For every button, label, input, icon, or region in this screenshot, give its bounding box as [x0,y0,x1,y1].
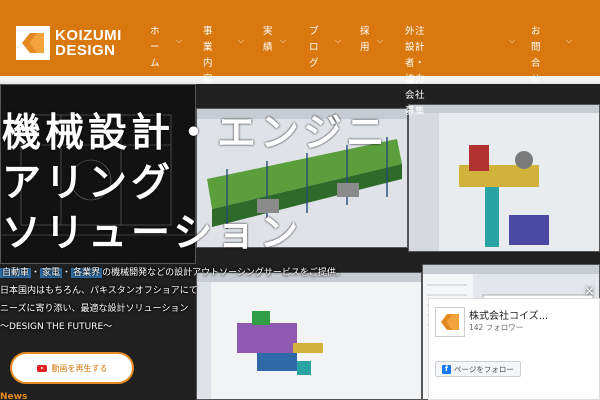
nav-contact[interactable]: お問合 せ ⌵ [531,24,572,88]
logo-mark-icon [16,26,50,60]
nav-recruit-line2: 用 [360,42,371,53]
facebook-page-widget: 株式会社コイズ... 142 フォロワー f ページをフォロー [428,298,600,400]
nav-blog-line1: ブロ [309,26,320,53]
play-video-button[interactable]: 動画を再生する [10,352,134,384]
nav-recruit-line1: 採 [360,26,371,37]
hero-title-line-2: アリング [2,161,175,206]
chevron-down-icon: ⌵ [280,36,287,45]
site-logo[interactable]: KOIZUMI DESIGN [16,26,144,60]
nav-home[interactable]: ホー ム ⌵ [150,24,182,72]
chevron-down-icon: ⌵ [509,36,516,45]
nav-blog-line2: グ [309,58,320,69]
nav-partners-line1: 外注設計者・協力会社 [405,26,426,101]
nav-home-line1: ホー [150,26,161,53]
nav-works-line2: 績 [263,42,274,53]
youtube-play-icon [36,364,47,372]
hero-title-line-3: ソリューション [2,211,303,256]
logo-line-2: DESIGN [55,42,116,59]
hero-desc-line-2: 日本国内はもちろん、パキスタンオフショアにて [0,286,198,296]
tag-appliance: 家電 [40,268,63,278]
nav-blog[interactable]: ブロ グ ⌵ [309,24,341,72]
nav-contact-line1: お問合 [531,26,542,69]
facebook-page-name[interactable]: 株式会社コイズ... [469,307,548,322]
chevron-down-icon: ⌵ [566,36,573,45]
nav-recruit[interactable]: 採 用 ⌵ [360,24,383,56]
nav-works[interactable]: 実 績 ⌵ [263,24,286,56]
nav-home-line2: ム [150,58,161,69]
facebook-follow-button[interactable]: f ページをフォロー [435,361,521,377]
chevron-down-icon: ⌵ [238,36,245,45]
facebook-follow-label: ページをフォロー [454,364,514,374]
news-heading: News [0,392,28,400]
nav-partners[interactable]: 外注設計者・協力会社 募集 ⌵ [405,24,515,120]
nav-services-line2: 容 [203,74,214,85]
hero-desc-line-3: ニーズに寄り添い、最適な設計ソリューション [0,304,189,314]
nav-services[interactable]: 事業内 容 ⌵ [203,24,244,88]
close-icon[interactable]: × [584,284,595,299]
logo-line-1: KOIZUMI [55,27,122,44]
hero-desc-line-1-rest: の機械開発などの設計アウトソーシングサービスをご提供。 [102,268,345,278]
cad-screenshot-fixture [408,104,600,252]
hero-desc-line-4: ～DESIGN THE FUTURE～ [0,322,113,332]
logo-text: KOIZUMI DESIGN [55,28,122,58]
nav-partners-line2: 募集 [405,106,426,117]
nav-services-line1: 事業内 [203,26,214,69]
tag-automotive: 自動車 [0,268,32,278]
chevron-down-icon: ⌵ [377,36,384,45]
company-logo-icon[interactable] [435,307,465,337]
cad-screenshot-assembly [196,272,422,400]
hero-desc-line-1: 自動車・家電・各業界 の機械開発などの設計アウトソーシングサービスをご提供。 [0,268,345,278]
play-video-label: 動画を再生する [51,363,108,373]
facebook-icon: f [442,364,451,374]
nav-works-line1: 実 [263,26,274,37]
banner-text-strip [0,76,600,82]
site-header: KOIZUMI DESIGN ホー ム ⌵ 事業内 容 ⌵ 実 績 ⌵ ブロ グ… [0,0,600,117]
chevron-down-icon: ⌵ [335,36,342,45]
tag-industries: 各業界 [71,268,103,278]
chevron-down-icon: ⌵ [176,36,183,45]
facebook-follower-count: 142 フォロワー [469,323,524,332]
nav-contact-line2: せ [531,74,542,85]
hero-title-line-1: 機械設計・エンジニ [2,111,390,156]
